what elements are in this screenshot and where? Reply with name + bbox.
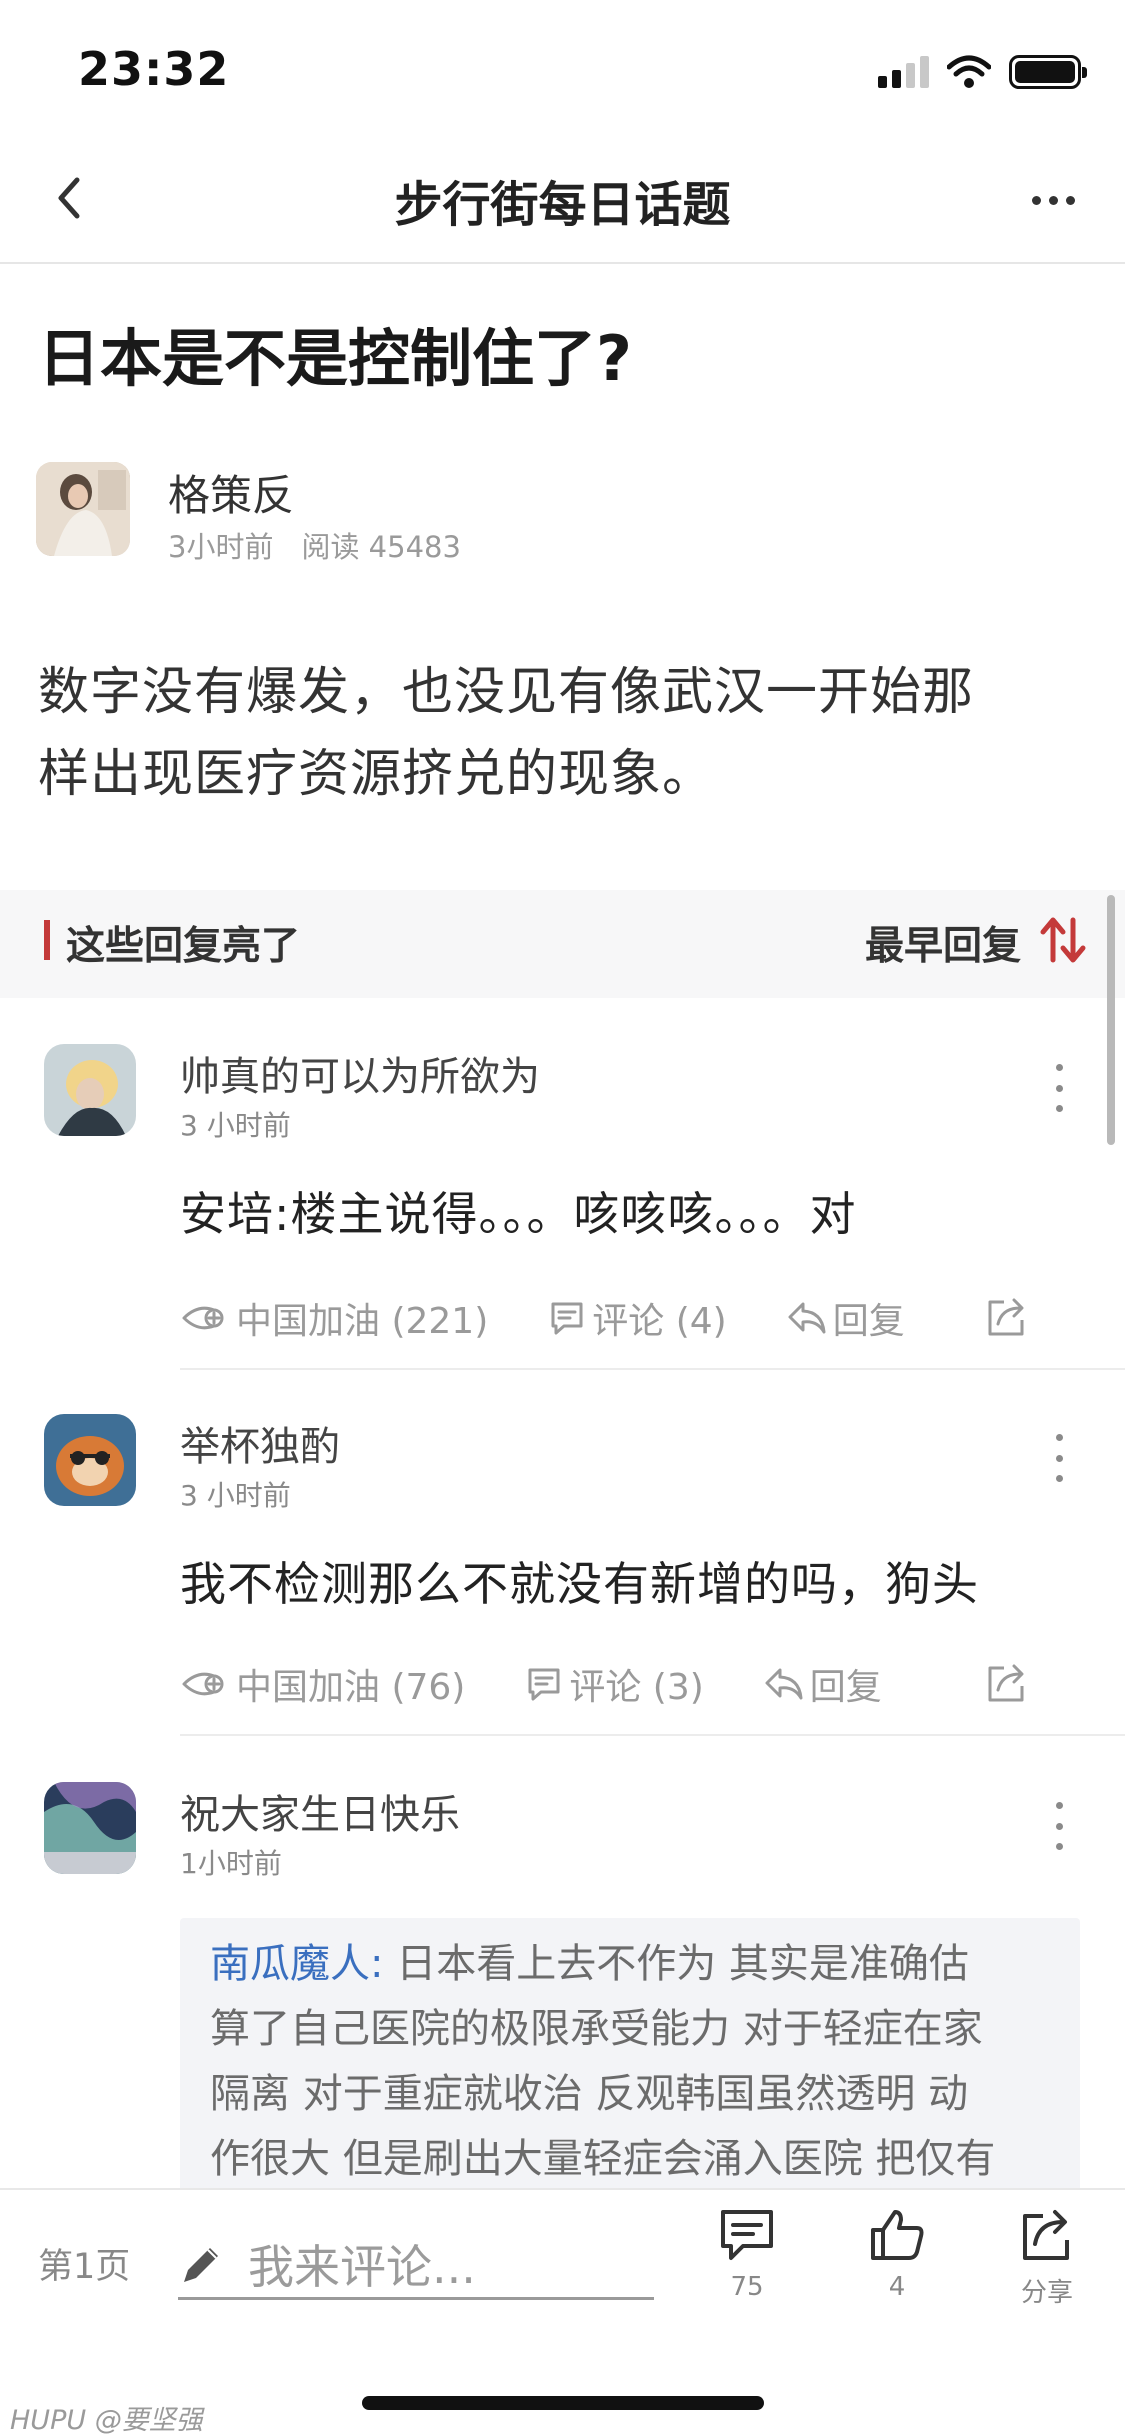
- status-time: 23:32: [78, 42, 230, 96]
- home-indicator[interactable]: [362, 2396, 764, 2410]
- author-name[interactable]: 格策反: [168, 462, 294, 523]
- nav-divider: [0, 262, 1125, 264]
- cheer-count: 中国加油 (76): [236, 1667, 466, 1708]
- quote-text: 日本看上去不作为 其实是准确估: [383, 1941, 969, 1987]
- quote-line: 算了自己医院的极限承受能力 对于轻症在家: [210, 2006, 983, 2052]
- sort-toggle-label[interactable]: 最早回复: [865, 915, 1021, 971]
- comment-more-button[interactable]: [1049, 1802, 1069, 1850]
- quote-line: 隔离 对于重症就收治 反观韩国虽然透明 动: [210, 2071, 969, 2117]
- status-icons: [878, 52, 1087, 92]
- comments-count: 75: [730, 2272, 764, 2302]
- reply-count: 评论 (4): [592, 1301, 727, 1342]
- share-comment-button[interactable]: [984, 1660, 1030, 1706]
- share-label: 分享: [1020, 2278, 1073, 2308]
- comment-actions: 中国加油 (221) 评论 (4) 回复: [180, 1290, 1090, 1346]
- post-body: 数字没有爆发，也没见有像武汉一开始那 样出现医疗资源挤兑的现象。: [38, 652, 1098, 816]
- commenter-name[interactable]: 祝大家生日快乐: [180, 1782, 460, 1840]
- more-options-button[interactable]: [1017, 172, 1089, 228]
- scrollbar-thumb[interactable]: [1107, 895, 1115, 1145]
- page-title: 步行街每日话题: [394, 177, 731, 233]
- post-title: 日本是不是控制住了?: [38, 322, 632, 395]
- commenter-name[interactable]: 举杯独酌: [180, 1414, 340, 1472]
- like-button[interactable]: 4: [842, 2206, 952, 2302]
- pencil-icon: [184, 2247, 218, 2282]
- reply-button[interactable]: 回复: [764, 1658, 882, 1710]
- eye-plus-icon: [182, 1672, 224, 1696]
- reply-button[interactable]: 回复: [787, 1292, 905, 1344]
- quote-line: 南瓜魔人: 日本看上去不作为 其实是准确估: [210, 1932, 1050, 1997]
- page-indicator[interactable]: 第1页: [38, 2238, 130, 2289]
- watermark: HUPU @要坚强: [10, 2405, 203, 2436]
- share-icon: [988, 1664, 1024, 1702]
- section-title: 这些回复亮了: [66, 924, 301, 969]
- comment-input[interactable]: 我来评论...: [178, 2230, 654, 2300]
- cheer-count: 中国加油 (221): [236, 1301, 489, 1342]
- share-comment-button[interactable]: [984, 1294, 1030, 1340]
- comment-bubble-icon: [528, 1668, 560, 1701]
- reply-arrow-icon: [765, 1668, 803, 1700]
- commenter-name[interactable]: 帅真的可以为所欲为: [180, 1044, 540, 1102]
- post-body-line: 数字没有爆发，也没见有像武汉一开始那: [38, 663, 975, 722]
- share-icon: [1023, 2210, 1069, 2260]
- post-meta: 3小时前 阅读 45483: [168, 524, 461, 566]
- section-accent-bar: [44, 920, 50, 960]
- comment-more-button[interactable]: [1049, 1064, 1069, 1112]
- commenter-avatar[interactable]: [44, 1782, 136, 1874]
- commenter-avatar[interactable]: [44, 1414, 136, 1506]
- commenter-avatar[interactable]: [44, 1044, 136, 1136]
- comment-bubble-icon: [551, 1302, 583, 1335]
- cellular-signal-icon: [878, 56, 929, 88]
- comment-bubble-icon: [721, 2210, 773, 2260]
- comment-divider: [180, 1734, 1125, 1736]
- share-button[interactable]: 分享: [992, 2206, 1102, 2309]
- comment-more-button[interactable]: [1049, 1434, 1069, 1482]
- quoted-comment[interactable]: 南瓜魔人: 日本看上去不作为 其实是准确估 算了自己医院的极限承受能力 对于轻症…: [180, 1918, 1080, 2198]
- comment-actions: 中国加油 (76) 评论 (3) 回复: [180, 1656, 1090, 1712]
- cheer-button[interactable]: 中国加油 (221): [180, 1292, 488, 1344]
- reply-arrow-icon: [788, 1302, 826, 1334]
- share-icon: [988, 1298, 1024, 1336]
- comment-placeholder: 我来评论...: [248, 2239, 476, 2294]
- comment-time: 3 小时前: [180, 1479, 291, 1512]
- reply-label: 回复: [809, 1667, 882, 1708]
- comment-time: 3 小时前: [180, 1109, 291, 1142]
- post-time: 3小时前: [168, 530, 274, 564]
- post-body-line: 样出现医疗资源挤兑的现象。: [38, 745, 715, 804]
- comments-tab-button[interactable]: 75: [692, 2206, 802, 2302]
- eye-plus-icon: [182, 1306, 224, 1330]
- read-count: 阅读 45483: [301, 530, 461, 564]
- sort-icon[interactable]: [1035, 912, 1091, 968]
- battery-icon: [1009, 55, 1087, 89]
- author-avatar[interactable]: [36, 462, 130, 556]
- wifi-icon: [947, 55, 991, 88]
- reply-count: 评论 (3): [569, 1667, 704, 1708]
- comment-text: 我不检测那么不就没有新增的吗，狗头: [180, 1557, 979, 1611]
- view-replies-button[interactable]: 评论 (3): [525, 1658, 704, 1710]
- cheer-button[interactable]: 中国加油 (76): [180, 1658, 465, 1710]
- comment-time: 1小时前: [180, 1847, 282, 1880]
- quoted-author[interactable]: 南瓜魔人:: [210, 1941, 383, 1987]
- comment-text: 安培:楼主说得。。。咳咳咳。。。对: [180, 1187, 857, 1241]
- view-replies-button[interactable]: 评论 (4): [548, 1292, 727, 1344]
- comment-divider: [180, 1368, 1125, 1370]
- quote-line: 作很大 但是刷出大量轻症会涌入医院 把仅有: [210, 2136, 996, 2182]
- likes-count: 4: [888, 2272, 906, 2302]
- thumbs-up-icon: [871, 2210, 924, 2260]
- reply-label: 回复: [832, 1301, 905, 1342]
